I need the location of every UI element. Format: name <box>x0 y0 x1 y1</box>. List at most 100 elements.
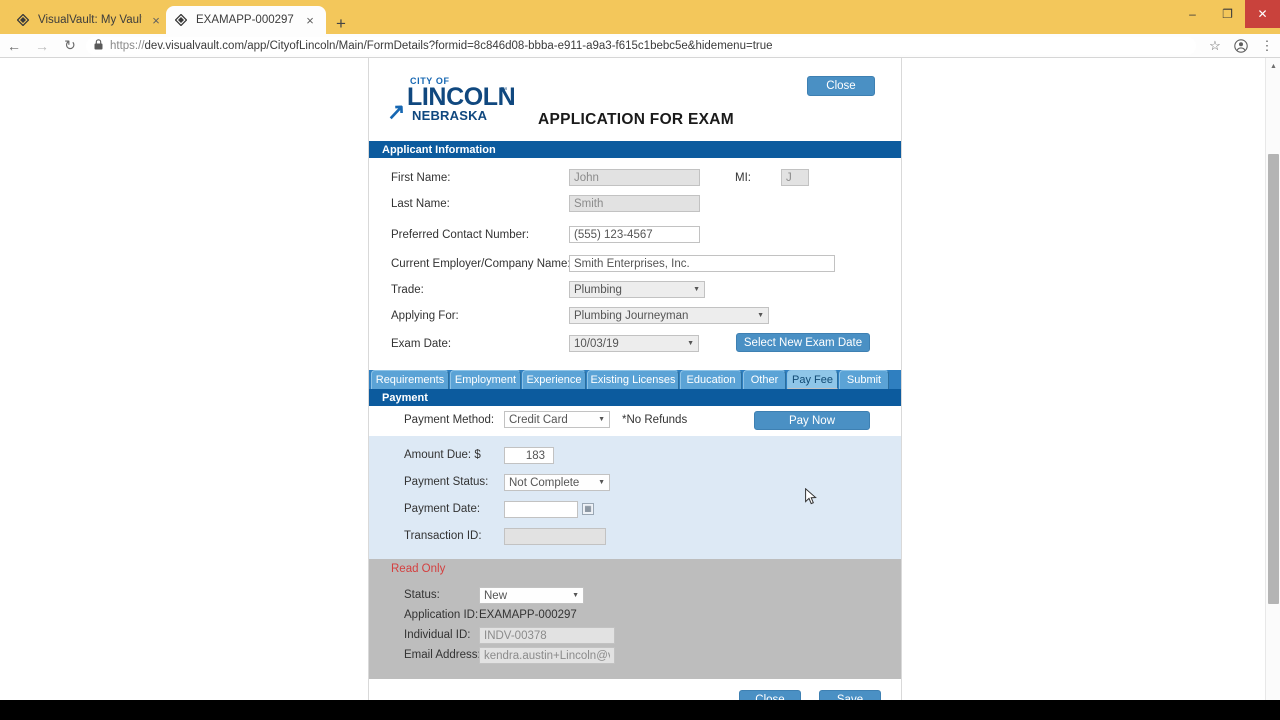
browser-tab-1[interactable]: VisualVault: My Vault × <box>8 6 172 34</box>
contact-number-label: Preferred Contact Number: <box>391 229 530 241</box>
exam-application-form: CITY OF LINCOLN ™ ↗ NEBRASKA Close APPLI… <box>368 58 902 700</box>
transaction-id-row: Transaction ID: <box>369 525 901 547</box>
page-viewport: ▲ CITY OF LINCOLN ™ ↗ NEBRASKA Close APP… <box>0 58 1280 700</box>
browser-toolbar: ← → ↻ https://dev.visualvault.com/app/Ci… <box>0 34 1280 58</box>
page-scrollbar[interactable]: ▲ <box>1265 58 1280 700</box>
email-address-row: Email Address: <box>369 645 901 665</box>
last-name-row: Last Name: <box>369 194 901 220</box>
individual-id-input[interactable] <box>479 627 615 644</box>
forward-icon[interactable]: → <box>28 34 56 58</box>
tab-other[interactable]: Other <box>743 370 786 389</box>
pay-now-button[interactable]: Pay Now <box>754 411 870 430</box>
browser-tab-1-close-icon[interactable]: × <box>148 12 164 28</box>
amount-due-label: Amount Due: $ <box>404 449 481 461</box>
window-maximize-icon[interactable]: ❐ <box>1210 0 1245 28</box>
scrollbar-thumb[interactable] <box>1268 154 1279 604</box>
form-header: CITY OF LINCOLN ™ ↗ NEBRASKA Close APPLI… <box>369 58 901 141</box>
page-title: APPLICATION FOR EXAM <box>537 111 735 128</box>
individual-id-row: Individual ID: <box>369 625 901 645</box>
browser-tab-2-close-icon[interactable]: × <box>302 12 318 28</box>
transaction-id-input[interactable] <box>504 528 606 545</box>
exam-date-row: Exam Date: 10/03/19 ▼ Select New Exam Da… <box>369 332 901 362</box>
first-name-input[interactable] <box>569 169 700 186</box>
exam-date-select[interactable]: 10/03/19 ▼ <box>569 335 699 352</box>
mi-input[interactable] <box>781 169 809 186</box>
tab-pay-fee[interactable]: Pay Fee <box>787 370 838 389</box>
select-new-exam-date-button[interactable]: Select New Exam Date <box>736 333 870 352</box>
address-bar-url: https://dev.visualvault.com/app/CityofLi… <box>110 40 773 52</box>
email-address-label: Email Address: <box>404 649 481 661</box>
application-id-row: Application ID: EXAMAPP-000297 <box>369 605 901 625</box>
browser-tab-strip: VisualVault: My Vault × EXAMAPP-000297 R… <box>0 0 1280 34</box>
status-label: Status: <box>404 589 440 601</box>
browser-tab-2[interactable]: EXAMAPP-000297 Rev 1 × <box>166 6 326 34</box>
tab-education[interactable]: Education <box>680 370 742 389</box>
employer-input[interactable] <box>569 255 835 272</box>
payment-status-row: Payment Status: Not Complete ▼ <box>369 471 901 498</box>
window-minimize-icon[interactable]: – <box>1175 0 1210 28</box>
last-name-input[interactable] <box>569 195 700 212</box>
new-tab-button[interactable]: + <box>330 12 352 34</box>
trade-label: Trade: <box>391 284 424 296</box>
applying-for-select[interactable]: Plumbing Journeyman ▼ <box>569 307 769 324</box>
applying-for-row: Applying For: Plumbing Journeyman ▼ <box>369 306 901 332</box>
close-button-footer[interactable]: Close <box>739 690 801 700</box>
scroll-up-arrow-icon[interactable]: ▲ <box>1266 58 1280 74</box>
payment-method-select-value: Credit Card <box>509 413 568 426</box>
chevron-down-icon: ▼ <box>757 312 764 319</box>
payment-date-input[interactable] <box>504 501 578 518</box>
tab-existing-licenses[interactable]: Existing Licenses <box>587 370 679 389</box>
employer-row: Current Employer/Company Name: <box>369 254 901 280</box>
window-close-icon[interactable]: ✕ <box>1245 0 1280 28</box>
read-only-panel: Read Only Status: New ▼ Application ID: … <box>369 559 901 679</box>
last-name-label: Last Name: <box>391 198 450 210</box>
calendar-icon[interactable]: ▦ <box>582 503 594 515</box>
email-address-input[interactable] <box>479 647 615 664</box>
bookmark-star-icon[interactable]: ☆ <box>1202 34 1228 58</box>
trade-select[interactable]: Plumbing ▼ <box>569 281 705 298</box>
contact-number-input[interactable] <box>569 226 700 243</box>
lock-icon <box>94 38 103 53</box>
payment-status-select[interactable]: Not Complete ▼ <box>504 474 610 491</box>
amount-due-input[interactable] <box>504 447 554 464</box>
application-id-value: EXAMAPP-000297 <box>479 609 577 621</box>
browser-tab-2-title: EXAMAPP-000297 Rev 1 <box>196 14 296 26</box>
payment-method-select[interactable]: Credit Card ▼ <box>504 411 610 428</box>
first-name-label: First Name: <box>391 172 451 184</box>
chevron-down-icon: ▼ <box>693 286 700 293</box>
payment-date-label: Payment Date: <box>404 503 481 515</box>
save-button-footer[interactable]: Save <box>819 690 881 700</box>
close-button-top[interactable]: Close <box>807 76 875 96</box>
browser-menu-icon[interactable]: ⋮ <box>1254 34 1280 58</box>
contact-number-row: Preferred Contact Number: <box>369 220 901 254</box>
applying-for-label: Applying For: <box>391 310 459 322</box>
tab-submit[interactable]: Submit <box>839 370 889 389</box>
tab-requirements[interactable]: Requirements <box>371 370 449 389</box>
form-tab-bar: Requirements Employment Experience Exist… <box>369 370 901 389</box>
browser-tab-1-title: VisualVault: My Vault <box>38 14 142 26</box>
status-select[interactable]: New ▼ <box>479 587 584 604</box>
payment-method-row: Payment Method: Credit Card ▼ *No Refund… <box>369 406 901 436</box>
payment-status-select-value: Not Complete <box>509 476 580 489</box>
address-bar[interactable]: https://dev.visualvault.com/app/CityofLi… <box>86 36 1196 55</box>
applicant-information-section-header: Applicant Information <box>369 141 901 158</box>
profile-avatar-icon[interactable] <box>1228 34 1254 58</box>
reload-icon[interactable]: ↻ <box>56 34 84 58</box>
status-row: Status: New ▼ <box>369 585 901 605</box>
amount-due-row: Amount Due: $ <box>369 444 901 471</box>
url-scheme: https:// <box>110 39 145 52</box>
trade-row: Trade: Plumbing ▼ <box>369 280 901 306</box>
tab-employment[interactable]: Employment <box>450 370 521 389</box>
application-id-label: Application ID: <box>404 609 479 621</box>
visualvault-diamond-icon <box>174 13 188 27</box>
window-controls: – ❐ ✕ <box>1175 0 1280 34</box>
back-icon[interactable]: ← <box>0 34 28 58</box>
individual-id-label: Individual ID: <box>404 629 471 641</box>
browser-window: VisualVault: My Vault × EXAMAPP-000297 R… <box>0 0 1280 720</box>
first-name-row: First Name: MI: <box>369 168 901 194</box>
payment-section: Payment Method: Credit Card ▼ *No Refund… <box>369 406 901 700</box>
tab-experience[interactable]: Experience <box>522 370 586 389</box>
payment-details-panel: Amount Due: $ Payment Status: Not Comple… <box>369 436 901 559</box>
visualvault-diamond-icon <box>16 13 30 27</box>
chevron-down-icon: ▼ <box>598 479 605 486</box>
